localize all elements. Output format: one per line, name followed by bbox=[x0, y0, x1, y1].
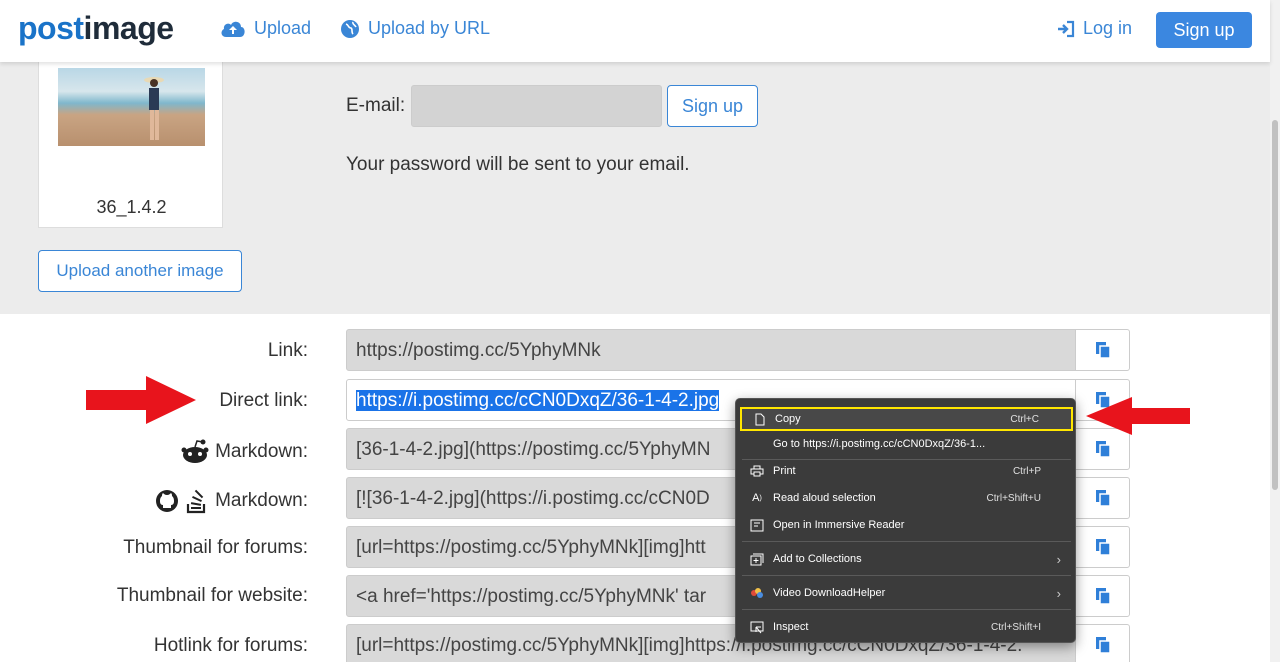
context-menu-copy[interactable]: Copy Ctrl+C bbox=[740, 407, 1073, 431]
copy-thumbnail-website-button[interactable] bbox=[1075, 575, 1130, 617]
markdown-label: Markdown: bbox=[215, 441, 308, 462]
red-arrow-right-annotation bbox=[86, 376, 196, 424]
read-aloud-icon: A) bbox=[752, 492, 762, 504]
direct-link-label: Direct link: bbox=[219, 390, 308, 411]
upload-link[interactable]: Upload bbox=[220, 18, 311, 39]
thumbnail-website-label: Thumbnail for website: bbox=[116, 585, 308, 606]
logo-text-part1: post bbox=[18, 10, 84, 46]
sign-in-icon bbox=[1058, 20, 1075, 37]
menu-divider bbox=[742, 541, 1071, 542]
copy-icon bbox=[1095, 342, 1111, 359]
context-menu-shortcut: Ctrl+C bbox=[1010, 413, 1039, 425]
scrollbar-thumb[interactable] bbox=[1272, 120, 1278, 490]
selected-text: https://i.postimg.cc/cCN0DxqZ/36-1-4-2.j… bbox=[356, 390, 720, 411]
copy-thumbnail-forums-button[interactable] bbox=[1075, 526, 1130, 568]
copy-link-button[interactable] bbox=[1075, 329, 1130, 371]
copy-markdown-github-button[interactable] bbox=[1075, 477, 1130, 519]
upload-label: Upload bbox=[254, 18, 312, 38]
copy-icon bbox=[1095, 588, 1111, 605]
hotlink-forums-label: Hotlink for forums: bbox=[153, 635, 308, 656]
globe-icon bbox=[341, 19, 359, 38]
upload-another-image-button[interactable]: Upload another image bbox=[38, 250, 242, 292]
context-menu: Copy Ctrl+C Go to https://i.postimg.cc/c… bbox=[735, 398, 1076, 643]
context-menu-shortcut: Ctrl+Shift+U bbox=[986, 492, 1041, 504]
markdown-reddit-label: Markdown: bbox=[181, 439, 308, 465]
copy-hotlink-forums-button[interactable] bbox=[1075, 624, 1130, 662]
link-label: Link: bbox=[267, 340, 308, 361]
immersive-reader-icon bbox=[744, 519, 770, 532]
image-card: 36_1.4.2 bbox=[38, 50, 223, 228]
login-label: Log in bbox=[1083, 18, 1133, 38]
context-menu-shortcut: Ctrl+Shift+I bbox=[990, 621, 1041, 633]
red-arrow-left-annotation bbox=[1086, 397, 1190, 435]
image-thumbnail[interactable] bbox=[58, 68, 205, 146]
copy-icon bbox=[1095, 637, 1111, 654]
menu-divider bbox=[742, 609, 1071, 610]
inspect-icon bbox=[744, 621, 770, 634]
context-menu-print[interactable]: Print Ctrl+P bbox=[740, 459, 1073, 483]
email-field[interactable] bbox=[411, 85, 662, 127]
markdown-label: Markdown: bbox=[215, 490, 308, 511]
menu-divider bbox=[742, 575, 1071, 576]
context-menu-video-downloadhelper[interactable]: Video DownloadHelper › bbox=[740, 581, 1073, 605]
context-menu-add-to-collections[interactable]: Add to Collections › bbox=[740, 547, 1073, 571]
video-downloadhelper-icon bbox=[744, 587, 770, 599]
context-menu-label: Add to Collections bbox=[773, 553, 862, 565]
print-icon bbox=[744, 465, 770, 477]
postimage-logo[interactable]: postimage bbox=[18, 10, 174, 47]
person-figure bbox=[144, 77, 164, 140]
context-menu-read-aloud[interactable]: A) Read aloud selection Ctrl+Shift+U bbox=[740, 486, 1073, 510]
context-menu-immersive-reader[interactable]: Open in Immersive Reader bbox=[740, 513, 1073, 537]
context-menu-label: Go to https://i.postimg.cc/cCN0DxqZ/36-1… bbox=[773, 438, 986, 450]
upload-by-url-link[interactable]: Upload by URL bbox=[340, 18, 490, 39]
login-link[interactable]: Log in bbox=[1057, 18, 1132, 39]
context-menu-label: Open in Immersive Reader bbox=[773, 519, 905, 531]
markdown-github-label: Markdown: bbox=[155, 488, 308, 514]
copy-icon bbox=[1095, 441, 1111, 458]
github-icon bbox=[156, 490, 179, 512]
image-card-label: 36_1.4.2 bbox=[96, 197, 167, 217]
stack-overflow-icon bbox=[186, 489, 206, 514]
upload-by-url-label: Upload by URL bbox=[368, 18, 491, 38]
link-field[interactable]: https://postimg.cc/5YphyMNk bbox=[346, 329, 1076, 371]
header-signup-button[interactable]: Sign up bbox=[1156, 12, 1252, 48]
form-signup-button[interactable]: Sign up bbox=[667, 85, 758, 127]
copy-icon bbox=[746, 413, 772, 426]
context-menu-shortcut: Ctrl+P bbox=[1012, 465, 1041, 477]
context-menu-label: Copy bbox=[775, 413, 801, 425]
password-note: Your password will be sent to your email… bbox=[346, 154, 690, 175]
context-menu-label: Read aloud selection bbox=[773, 492, 876, 504]
logo-text-part2: image bbox=[83, 10, 174, 46]
copy-icon bbox=[1095, 539, 1111, 556]
context-menu-label: Print bbox=[773, 465, 796, 477]
context-menu-label: Inspect bbox=[773, 621, 809, 633]
page-scrollbar[interactable] bbox=[1270, 0, 1280, 662]
collections-icon bbox=[744, 553, 770, 566]
context-menu-inspect[interactable]: Inspect Ctrl+Shift+I bbox=[740, 615, 1073, 639]
reddit-icon bbox=[181, 439, 209, 463]
copy-icon bbox=[1095, 490, 1111, 507]
context-menu-label: Video DownloadHelper bbox=[773, 587, 886, 599]
top-header: postimage Upload Upload by URL Log in Si… bbox=[0, 0, 1270, 62]
thumbnail-forums-label: Thumbnail for forums: bbox=[123, 537, 308, 558]
chevron-right-icon: › bbox=[1056, 551, 1061, 567]
cloud-upload-icon bbox=[221, 21, 245, 37]
context-menu-go-to-link[interactable]: Go to https://i.postimg.cc/cCN0DxqZ/36-1… bbox=[740, 432, 1073, 456]
chevron-right-icon: › bbox=[1056, 585, 1061, 601]
email-label: E-mail: bbox=[346, 95, 406, 116]
